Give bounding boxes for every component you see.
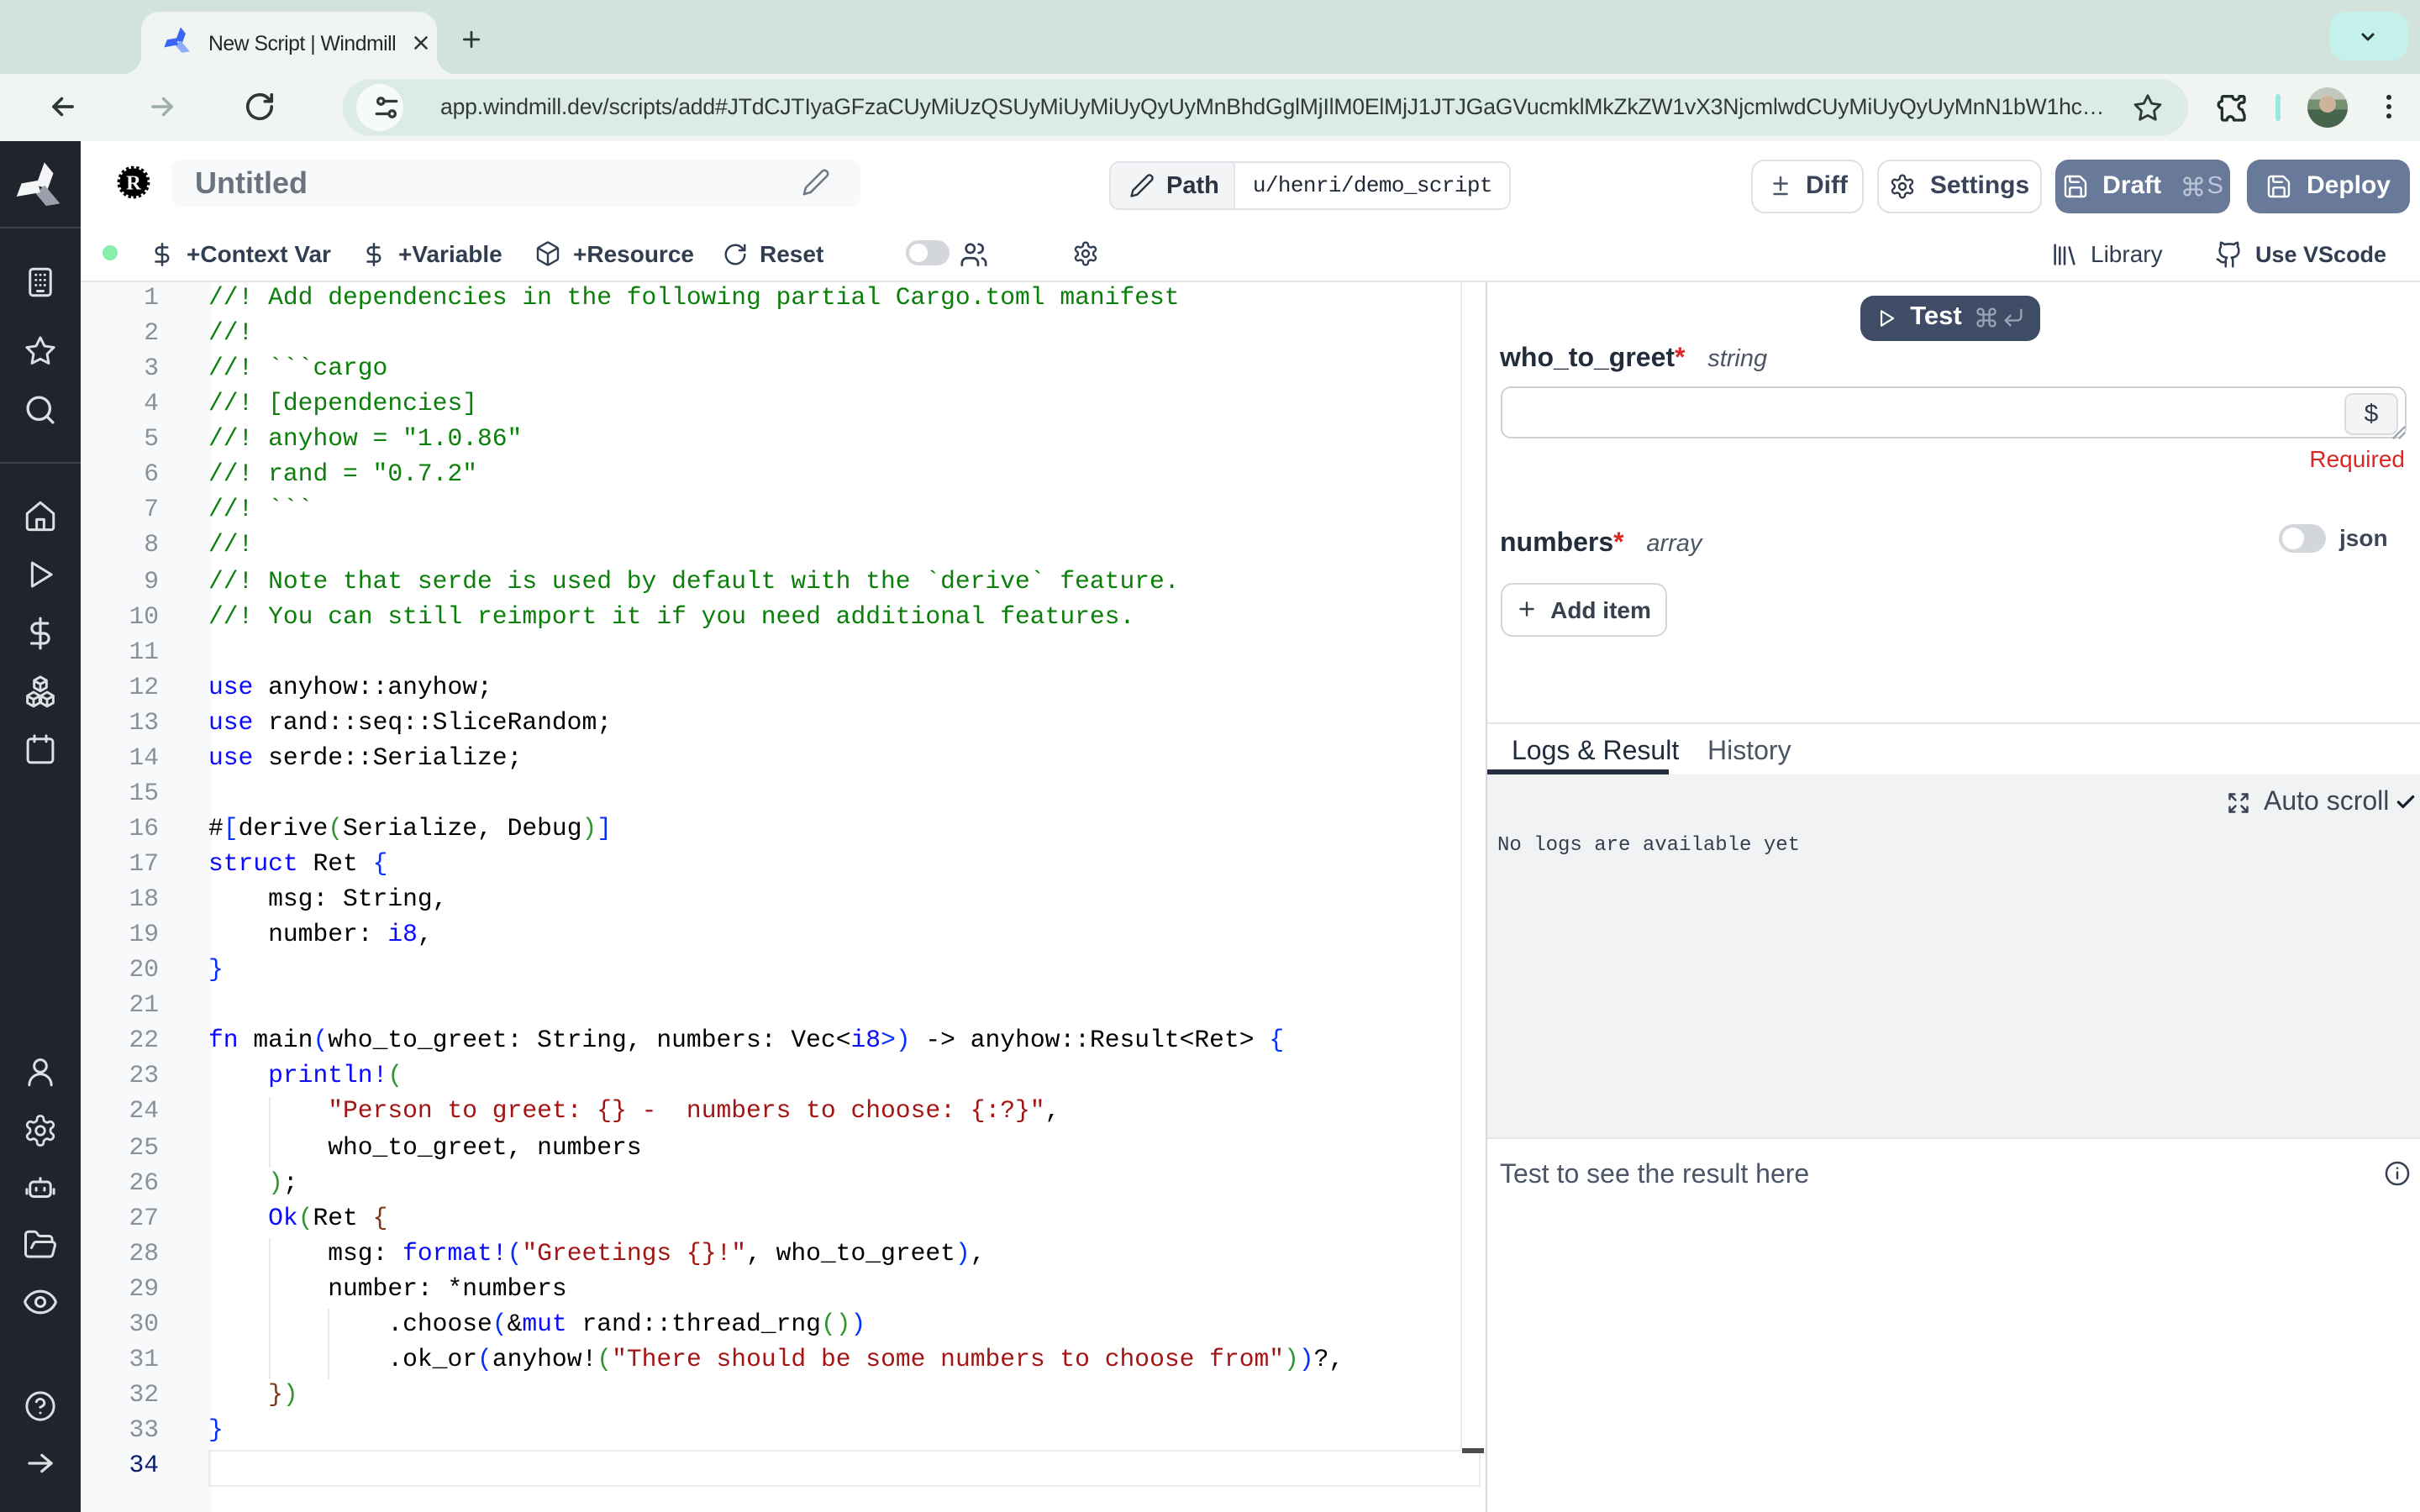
- svg-text:R: R: [126, 171, 141, 194]
